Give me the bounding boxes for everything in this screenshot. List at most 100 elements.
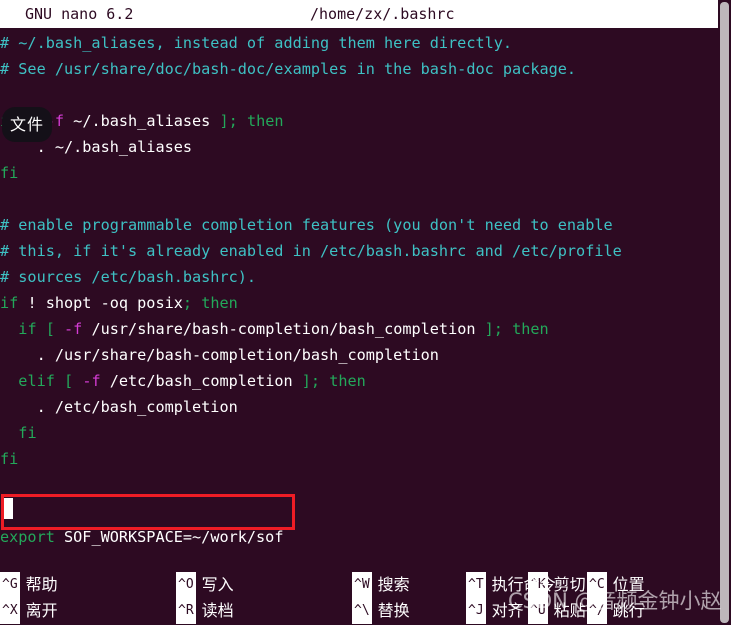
editor-line: if [ -f ~/.bash_aliases ]; then: [0, 108, 718, 134]
editor-line: . /etc/bash_completion: [0, 394, 718, 420]
shortcut-key: ^C: [587, 572, 607, 598]
shortcut-key: ^O: [176, 572, 196, 598]
code-token: [: [54, 372, 83, 390]
shortcut-label: 替换: [377, 601, 410, 620]
editor-line: . /usr/share/bash-completion/bash_comple…: [0, 342, 718, 368]
editor-line: # sources /etc/bash.bashrc).: [0, 264, 718, 290]
code-token: -f: [64, 320, 83, 338]
code-token: if: [18, 320, 37, 338]
code-token: fi: [0, 450, 19, 468]
shortcut-item[interactable]: ^X 离开: [0, 598, 58, 624]
shortcut-item[interactable]: ^W 搜索: [352, 572, 410, 598]
code-token: ;: [182, 294, 193, 312]
shortcut-label: 跳行: [612, 601, 645, 620]
code-token: ! shopt -oq posix: [18, 294, 183, 312]
shortcut-key: ^U: [528, 598, 548, 624]
file-path-label: /home/zx/.bashrc: [310, 5, 455, 23]
editor-line: fi: [0, 160, 718, 186]
shortcut-item[interactable]: ^T 执行命令: [466, 572, 556, 598]
shortcut-key: ^G: [0, 572, 20, 598]
code-token: then: [246, 112, 284, 130]
shortcut-bar: ^G 帮助 ^O 写入 ^W 搜索 ^K 剪切 ^T 执行命令 ^C 位置 ^X 离开 ^R 读档 ^\ 替换 ^…: [0, 572, 718, 625]
code-token: ~/.bash_aliases: [64, 112, 220, 130]
shortcut-item[interactable]: ^J 对齐: [466, 598, 524, 624]
text-cursor: [2, 498, 13, 519]
code-token: ];: [301, 372, 321, 390]
editor-line: fi: [0, 420, 718, 446]
shortcut-key: ^/: [587, 598, 607, 624]
shortcut-key: ^\: [352, 598, 372, 624]
shortcut-item[interactable]: ^G 帮助: [0, 572, 58, 598]
code-token: fi: [18, 424, 37, 442]
shortcut-label: 搜索: [377, 575, 410, 594]
code-token: if: [0, 294, 19, 312]
shortcut-key: ^R: [176, 598, 196, 624]
shortcut-label: 对齐: [491, 601, 524, 620]
code-token: ];: [219, 112, 238, 130]
shortcut-item[interactable]: ^O 写入: [176, 572, 234, 598]
editor-text-area[interactable]: # ~/.bash_aliases, instead of adding the…: [0, 30, 718, 570]
editor-line: # enable programmable completion feature…: [0, 212, 718, 238]
code-token: ];: [484, 320, 503, 338]
code-token: export: [0, 528, 55, 546]
editor-line: export SOF_WORKSPACE=~/work/sof: [0, 524, 718, 550]
code-token: # sources /etc/bash.bashrc).: [0, 268, 257, 286]
editor-line: # this, if it's already enabled in /etc/…: [0, 238, 718, 264]
shortcut-label: 离开: [25, 601, 58, 620]
code-token: [: [36, 320, 65, 338]
shortcut-label: 粘贴: [553, 601, 586, 620]
scrollbar-track[interactable]: [718, 0, 731, 625]
code-token: SOF_WORKSPACE=~/work/sof: [54, 528, 284, 546]
code-token: . /usr/share/bash-completion/bash_comple…: [0, 346, 439, 364]
editor-line: if [ -f /usr/share/bash-completion/bash_…: [0, 316, 718, 342]
code-token: elif: [18, 372, 55, 390]
shortcut-key: ^T: [466, 572, 486, 598]
editor-line: # ~/.bash_aliases, instead of adding the…: [0, 30, 718, 56]
code-token: then: [512, 320, 549, 338]
shortcut-item[interactable]: ^C 位置: [587, 572, 645, 598]
scrollbar-thumb[interactable]: [720, 2, 729, 623]
code-token: . /etc/bash_completion: [0, 398, 238, 416]
shortcut-item[interactable]: ^\ 替换: [352, 598, 410, 624]
shortcut-key: ^W: [352, 572, 372, 598]
editor-line: fi: [0, 446, 718, 472]
code-token: /usr/share/bash-completion/bash_completi…: [82, 320, 485, 338]
shortcut-item[interactable]: ^/ 跳行: [587, 598, 645, 624]
titlebar: GNU nano 6.2 /home/zx/.bashrc: [0, 0, 718, 28]
nano-editor-window: GNU nano 6.2 /home/zx/.bashrc # ~/.bash_…: [0, 0, 731, 625]
code-token: # enable programmable completion feature…: [0, 216, 613, 234]
code-token: # ~/.bash_aliases, instead of adding the…: [0, 34, 513, 52]
editor-line: if ! shopt -oq posix; then: [0, 290, 718, 316]
shortcut-item[interactable]: ^U 粘贴: [528, 598, 586, 624]
code-token: fi: [0, 164, 19, 182]
shortcut-row-1: ^G 帮助 ^O 写入 ^W 搜索 ^K 剪切 ^T 执行命令 ^C 位置: [0, 572, 718, 598]
code-token: # this, if it's already enabled in /etc/…: [0, 242, 622, 260]
shortcut-item[interactable]: ^R 读档: [176, 598, 234, 624]
editor-line: elif [ -f /etc/bash_completion ]; then: [0, 368, 718, 394]
shortcut-label: 执行命令: [491, 575, 556, 594]
shortcut-label: 写入: [201, 575, 234, 594]
shortcut-label: 位置: [612, 575, 645, 594]
code-token: then: [201, 294, 238, 312]
editor-line: . ~/.bash_aliases: [0, 134, 718, 160]
code-token: -f: [82, 372, 101, 390]
shortcut-label: 读档: [201, 601, 234, 620]
editor-line: # See /usr/share/doc/bash-doc/examples i…: [0, 56, 718, 82]
shortcut-label: 帮助: [25, 575, 58, 594]
shortcut-key: ^J: [466, 598, 486, 624]
app-title: GNU nano 6.2: [25, 5, 134, 23]
shortcut-row-2: ^X 离开 ^R 读档 ^\ 替换 ^U 粘贴 ^J 对齐 ^/ 跳行: [0, 598, 718, 624]
code-token: then: [329, 372, 366, 390]
file-badge: 文件: [2, 107, 52, 142]
